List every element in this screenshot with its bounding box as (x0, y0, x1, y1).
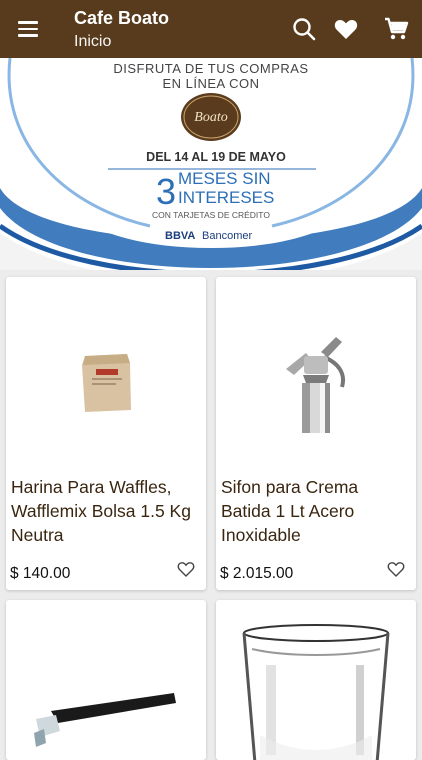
product-card[interactable]: Harina Para Waffles, Wafflemix Bolsa 1.5… (6, 277, 206, 590)
product-card[interactable]: Sifon para Crema Batida 1 Lt Acero Inoxi… (216, 277, 416, 590)
banner-logo-text: Boato (194, 110, 227, 125)
banner-bank: BBVA (165, 230, 195, 242)
product-name: Harina Para Waffles, Wafflemix Bolsa 1.5… (11, 477, 191, 545)
heart-outline-icon[interactable] (386, 559, 406, 579)
heart-outline-icon[interactable] (176, 559, 196, 579)
banner-bank-2: Bancomer (202, 230, 252, 242)
menu-icon[interactable] (14, 15, 42, 43)
cart-icon[interactable] (382, 15, 410, 43)
product-image-brush (34, 693, 176, 747)
page-subtitle: Inicio (74, 33, 112, 50)
product-image-waffle-mix (82, 354, 131, 412)
heart-icon[interactable] (332, 15, 360, 43)
product-card[interactable] (216, 600, 416, 760)
app-title: Cafe Boato (74, 8, 170, 28)
product-price: $ 140.00 (10, 565, 71, 582)
product-price: $ 2.015.00 (220, 565, 294, 582)
banner-cards-note: CON TARJETAS DE CRÉDITO (152, 210, 270, 220)
product-name: Sifon para Crema Batida 1 Lt Acero Inoxi… (221, 477, 359, 545)
banner-dates: DEL 14 AL 19 DE MAYO (146, 150, 286, 164)
promo-banner[interactable]: DISFRUTA DE TUS COMPRAS EN LÍNEA CON Boa… (0, 58, 422, 270)
banner-headline-1: DISFRUTA DE TUS COMPRAS (113, 61, 308, 76)
product-card[interactable] (6, 600, 206, 760)
banner-msi-line2: INTERESES (178, 188, 274, 207)
banner-msi-number: 3 (156, 171, 176, 212)
product-image-cream-siphon (286, 337, 345, 433)
search-icon[interactable] (290, 15, 318, 43)
banner-msi-line1: MESES SIN (178, 169, 271, 188)
banner-headline-2: EN LÍNEA CON (162, 76, 259, 91)
product-image-shot-glass (242, 624, 390, 760)
app-bar: Cafe Boato Inicio (0, 0, 422, 58)
boato-logo: Boato (181, 93, 241, 141)
product-grid: Harina Para Waffles, Wafflemix Bolsa 1.5… (0, 270, 422, 760)
